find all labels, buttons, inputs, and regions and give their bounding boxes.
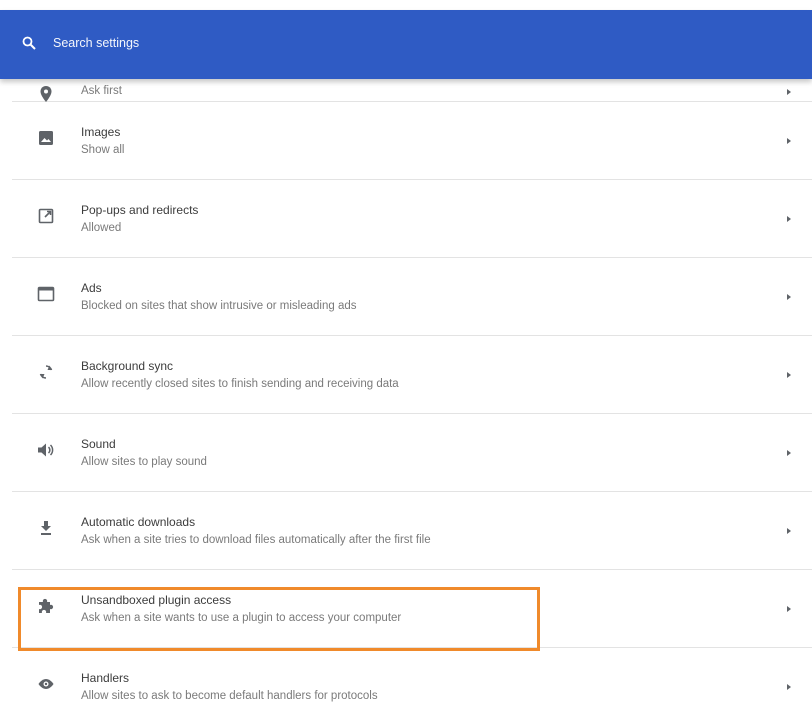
list-item-subtitle: Ask when a site wants to use a plugin to… [81, 612, 402, 624]
arrow-right-icon [784, 601, 794, 612]
arrow-right-icon [784, 84, 794, 95]
open-in-new-icon [36, 206, 56, 226]
list-item-subtitle: Allow sites to play sound [81, 456, 207, 468]
list-item-subtitle: Show all [81, 144, 125, 156]
list-item-sound[interactable]: Sound Allow sites to play sound [12, 414, 812, 492]
arrow-right-icon [784, 211, 794, 222]
list-item-title: Ads [81, 281, 102, 295]
search-input[interactable]: Search settings [53, 36, 139, 50]
arrow-right-icon [784, 445, 794, 456]
list-item-title: Sound [81, 437, 116, 451]
list-item-title: Images [81, 125, 121, 139]
list-item-ads[interactable]: Ads Blocked on sites that show intrusive… [12, 258, 812, 336]
sync-icon [36, 362, 56, 382]
list-item-title: Unsandboxed plugin access [81, 593, 232, 607]
browser-window-icon [36, 284, 56, 304]
list-item-title: Background sync [81, 359, 174, 373]
list-item-title: Handlers [81, 671, 130, 685]
list-item-background-sync[interactable]: Background sync Allow recently closed si… [12, 336, 812, 414]
arrow-right-icon [784, 133, 794, 144]
list-item-subtitle: Allowed [81, 222, 122, 234]
list-item-subtitle: Ask when a site tries to download files … [81, 534, 431, 546]
image-icon [36, 128, 56, 148]
list-item-unsandboxed-plugin-access[interactable]: Unsandboxed plugin access Ask when a sit… [12, 570, 812, 648]
arrow-right-icon [784, 523, 794, 534]
download-icon [36, 518, 56, 538]
settings-toolbar: Search settings [0, 10, 812, 79]
list-item-automatic-downloads[interactable]: Automatic downloads Ask when a site trie… [12, 492, 812, 570]
list-item-subtitle: Allow recently closed sites to finish se… [81, 378, 399, 390]
handlers-icon [36, 674, 56, 694]
list-item-title: Automatic downloads [81, 515, 196, 529]
arrow-right-icon [784, 289, 794, 300]
search-icon [22, 36, 36, 50]
list-item-subtitle: Ask first [81, 85, 122, 97]
arrow-right-icon [784, 679, 794, 690]
list-item-popups[interactable]: Pop-ups and redirects Allowed [12, 180, 812, 258]
speaker-icon [36, 440, 56, 460]
list-item-handlers[interactable]: Handlers Allow sites to ask to become de… [12, 648, 812, 723]
arrow-right-icon [784, 367, 794, 378]
settings-window: Search settings Ask first Images Show al… [0, 0, 812, 723]
list-item-images[interactable]: Images Show all [12, 102, 812, 180]
location-icon [36, 84, 56, 104]
list-item-title: Pop-ups and redirects [81, 203, 199, 217]
content-settings-list: Ask first Images Show all Pop-ups and re… [0, 0, 812, 723]
list-item-subtitle: Allow sites to ask to become default han… [81, 690, 378, 702]
search-field[interactable]: Search settings [22, 36, 139, 50]
puzzle-icon [36, 596, 56, 616]
list-item-subtitle: Blocked on sites that show intrusive or … [81, 300, 357, 312]
